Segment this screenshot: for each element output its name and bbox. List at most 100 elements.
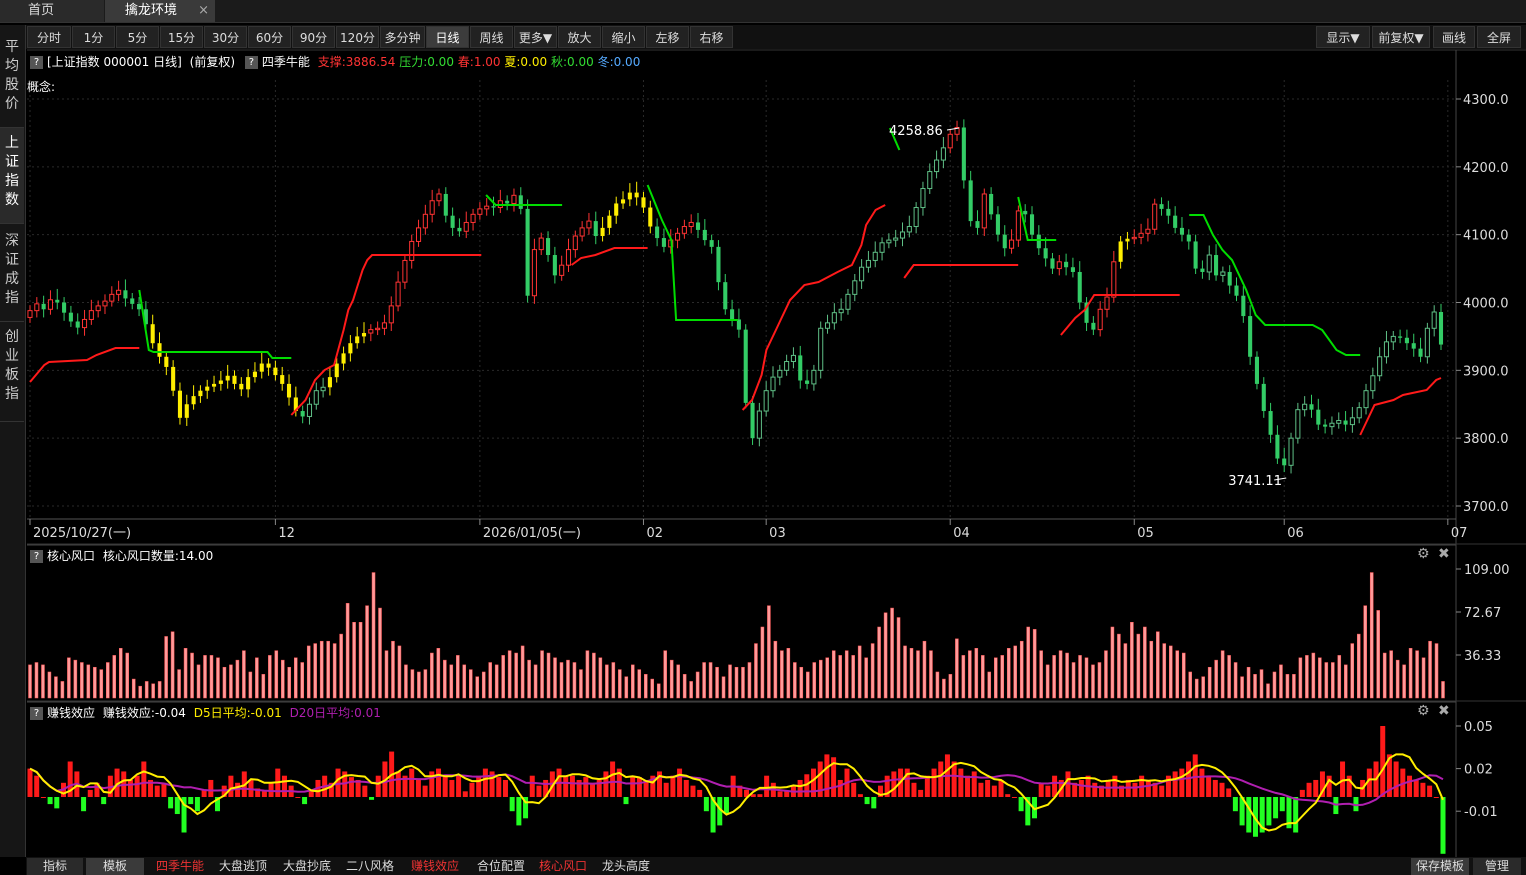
wind-bar xyxy=(663,650,667,699)
candle-body xyxy=(1241,295,1246,317)
save-template-button[interactable]: 保存模板 xyxy=(1411,858,1469,875)
candle-body xyxy=(1383,341,1390,358)
money-bar xyxy=(1293,797,1299,833)
indicator-button[interactable]: 指标 xyxy=(27,858,83,875)
money-bar xyxy=(1340,761,1346,797)
candle-body xyxy=(525,208,530,296)
candle-body xyxy=(116,289,122,295)
wind-bar xyxy=(1169,645,1173,699)
wind-bar xyxy=(183,648,188,699)
template-button[interactable]: 模板 xyxy=(86,858,144,875)
candle-body xyxy=(381,322,387,329)
money-bar xyxy=(931,768,937,797)
wind-bar xyxy=(598,657,603,699)
candle-body xyxy=(1268,411,1273,435)
money-bar xyxy=(851,782,857,797)
template-item-5[interactable]: 合位配置 xyxy=(472,858,530,875)
money-bar xyxy=(1266,797,1272,826)
wind-bar xyxy=(190,652,194,699)
money-bar xyxy=(395,771,401,797)
candle-body xyxy=(886,239,892,244)
candle-body xyxy=(457,227,462,232)
wind-bar xyxy=(1285,674,1290,699)
money-bar xyxy=(1172,771,1178,797)
wind-bar xyxy=(1376,610,1380,699)
wind-bar xyxy=(870,643,875,699)
money-bar xyxy=(690,785,696,797)
candle-body xyxy=(47,299,53,310)
candle-body xyxy=(661,238,666,247)
high-annotation: 4258.86 xyxy=(889,124,943,139)
template-item-1[interactable]: 大盘逃顶 xyxy=(215,858,271,875)
wind-bar xyxy=(229,664,233,699)
money-bar xyxy=(1393,761,1399,797)
candle-body xyxy=(716,246,721,283)
candle-body xyxy=(852,280,858,295)
money-bar xyxy=(34,775,40,797)
wind-bar xyxy=(605,664,609,699)
candle-body xyxy=(1370,375,1376,392)
wind-bar xyxy=(488,662,492,699)
wind-bar xyxy=(1382,652,1387,699)
candle-body xyxy=(593,221,598,237)
chart-canvas[interactable]: 4300.0 4200.0 4100.0 4000.0 3900.0 3800.0 3700… xyxy=(0,0,1526,857)
wind-bar xyxy=(99,669,104,699)
candle-body xyxy=(491,206,496,208)
template-item-7[interactable]: 龙头高度 xyxy=(600,858,652,875)
wind-bar xyxy=(844,650,849,699)
money-bar xyxy=(54,797,60,809)
template-item-2[interactable]: 大盘抄底 xyxy=(278,858,336,875)
template-item-0[interactable]: 四季牛能 xyxy=(152,858,208,875)
candle-body xyxy=(1043,248,1048,259)
candle-body xyxy=(763,390,769,412)
money-bar xyxy=(703,797,709,812)
candle-body xyxy=(286,383,292,398)
money-bar xyxy=(375,775,381,797)
wind-bar xyxy=(164,636,168,699)
candle-body xyxy=(1282,458,1287,466)
wind-bar xyxy=(86,664,91,699)
wind-bar xyxy=(987,671,992,699)
money-bar xyxy=(677,768,683,797)
wind-bar xyxy=(1175,650,1180,699)
wind-bar xyxy=(767,605,771,699)
wind-bar xyxy=(1039,650,1043,699)
wind-bar xyxy=(1395,659,1400,699)
candle-body xyxy=(415,227,422,242)
candle-body xyxy=(1097,308,1103,331)
y-tick-label: 4300.0 xyxy=(1463,93,1509,108)
wind-bar xyxy=(300,662,304,699)
candle-body xyxy=(634,192,639,198)
wind-bar xyxy=(1117,633,1121,699)
template-item-3[interactable]: 二八风格 xyxy=(344,858,396,875)
money-bar xyxy=(1159,785,1165,797)
candle-body xyxy=(655,226,660,239)
money-bar xyxy=(27,768,33,797)
candle-body xyxy=(1104,296,1110,310)
money-bar xyxy=(1246,797,1252,833)
template-item-6[interactable]: 核心风口 xyxy=(535,858,591,875)
candle-body xyxy=(947,133,953,149)
candle-body xyxy=(770,376,776,392)
money-bar xyxy=(1380,726,1386,797)
money-bar xyxy=(442,775,448,797)
wind-bar xyxy=(281,659,285,699)
wind-bar xyxy=(1253,674,1257,699)
manage-button[interactable]: 管理 xyxy=(1473,858,1521,875)
candle-body xyxy=(913,207,919,228)
wind-bar xyxy=(112,655,117,699)
wind-bar xyxy=(754,643,758,699)
wind-bar xyxy=(1337,655,1342,699)
money-bar xyxy=(509,797,515,812)
candle-body xyxy=(730,309,735,320)
pressure-line xyxy=(1189,214,1361,356)
wind-bar xyxy=(1136,633,1141,699)
x-tick-label: 03 xyxy=(769,526,786,541)
wind-bar xyxy=(352,622,356,699)
wind-bar xyxy=(397,645,402,699)
candle-body xyxy=(1411,343,1416,349)
money-bar xyxy=(1092,782,1098,797)
wind-bar xyxy=(656,683,661,699)
candle-body xyxy=(818,327,824,371)
template-item-4[interactable]: 赚钱效应 xyxy=(407,858,463,875)
